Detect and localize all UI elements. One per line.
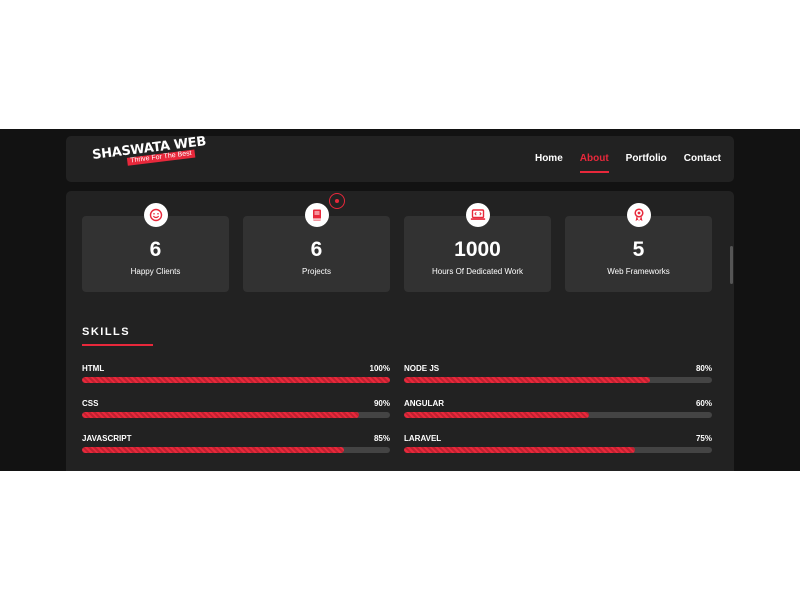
skill-progress-track (404, 377, 712, 383)
stat-label: Web Frameworks (607, 267, 670, 276)
scrollbar-thumb[interactable] (730, 246, 733, 284)
stat-card-clients: 6 Happy Clients (82, 203, 229, 292)
skill-node-js: NODE JS 80% (404, 364, 712, 392)
skill-angular: ANGULAR 60% (404, 399, 712, 427)
book-icon (304, 203, 329, 227)
skill-css: CSS 90% (82, 399, 390, 427)
skill-name: ANGULAR (404, 399, 444, 408)
stat-card-hours: 1000 Hours Of Dedicated Work (404, 203, 551, 292)
stat-value: 6 (149, 238, 162, 261)
custom-cursor-dot (335, 199, 339, 203)
nav-menu: Home About Portfolio Contact (535, 153, 721, 173)
skill-name: NODE JS (404, 364, 440, 373)
skill-progress-track (404, 447, 712, 453)
skill-name: HTML (82, 364, 105, 373)
skill-name: LARAVEL (404, 434, 442, 443)
skill-html: HTML 100% (82, 364, 390, 392)
nav-home[interactable]: Home (535, 153, 563, 164)
skills-heading: SKILLS (82, 326, 131, 338)
nav-about[interactable]: About (579, 153, 609, 173)
laptop-code-icon (465, 203, 490, 227)
skill-progress-fill (404, 412, 589, 418)
stat-card-projects: 6 Projects (243, 203, 390, 292)
navbar: SHASWATA WEB Thrive For The Best Home Ab… (66, 134, 734, 182)
skill-laravel: LARAVEL 75% (404, 434, 712, 462)
stat-value: 6 (310, 238, 323, 261)
skill-percent: 90% (373, 399, 390, 408)
stat-label: Happy Clients (130, 267, 181, 276)
brand-logo[interactable]: SHASWATA WEB Thrive For The Best (91, 134, 207, 173)
skill-percent: 100% (369, 364, 390, 373)
about-panel: 6 Happy Clients 6 Projects 1000 Hours Of… (66, 191, 734, 471)
stat-value: 1000 (454, 238, 501, 261)
skill-progress-track (82, 412, 390, 418)
custom-cursor-ring (329, 193, 345, 209)
skill-name: CSS (82, 399, 99, 408)
smiley-icon (143, 203, 168, 227)
nav-portfolio[interactable]: Portfolio (626, 153, 667, 164)
skill-progress-fill (404, 447, 635, 453)
skills-heading-underline (82, 344, 153, 346)
skill-progress-track (82, 447, 390, 453)
skill-name: JAVASCRIPT (82, 434, 132, 443)
skill-percent: 75% (695, 434, 712, 443)
stat-value: 5 (632, 238, 645, 261)
skill-percent: 80% (695, 364, 712, 373)
skill-progress-fill (404, 377, 651, 383)
skill-progress-track (82, 377, 390, 383)
page-viewport: SHASWATA WEB Thrive For The Best Home Ab… (0, 129, 800, 471)
skill-progress-fill (82, 377, 390, 383)
skill-progress-fill (82, 412, 360, 418)
stat-label: Projects (302, 267, 331, 276)
award-icon (626, 203, 651, 227)
skill-progress-track (404, 412, 712, 418)
stat-card-frameworks: 5 Web Frameworks (565, 203, 712, 292)
skill-progress-fill (82, 447, 344, 453)
skill-javascript: JAVASCRIPT 85% (82, 434, 390, 462)
skill-percent: 60% (695, 399, 712, 408)
stat-label: Hours Of Dedicated Work (432, 267, 523, 276)
nav-contact[interactable]: Contact (684, 153, 721, 164)
skill-percent: 85% (373, 434, 390, 443)
